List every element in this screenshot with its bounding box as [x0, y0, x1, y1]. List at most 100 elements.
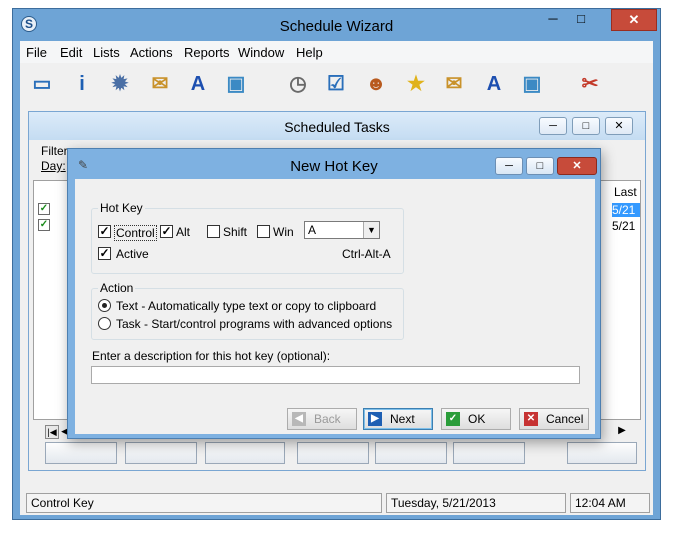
- tools-icon: ✂: [581, 73, 599, 95]
- maximize-button[interactable]: □: [568, 9, 594, 31]
- back-arrow-icon: ◀: [292, 412, 306, 426]
- back-button[interactable]: ◀ Back: [287, 408, 357, 430]
- next-arrow-icon: ▶: [368, 412, 382, 426]
- alt-checkbox[interactable]: ✓: [160, 225, 173, 238]
- new-task-icon: ▭: [32, 73, 52, 95]
- cancel-button[interactable]: ✕ Cancel: [519, 408, 589, 430]
- dialog-title-bar[interactable]: ✎ New Hot Key ─ □ ✕: [68, 149, 600, 179]
- first-record-button[interactable]: |◀: [45, 425, 59, 439]
- scheduled-tasks-title-bar[interactable]: Scheduled Tasks ─ □ ✕: [29, 112, 645, 140]
- active-checkbox[interactable]: ✓: [98, 247, 111, 260]
- edit-task-button[interactable]: [125, 442, 197, 464]
- checklist-icon: ☑: [327, 73, 345, 95]
- active-label[interactable]: Active: [116, 247, 149, 261]
- more-button[interactable]: [453, 442, 525, 464]
- ok-button[interactable]: ✓ OK: [441, 408, 511, 430]
- win-label[interactable]: Win: [273, 225, 294, 239]
- task-enabled-checkbox[interactable]: ✓: [38, 203, 50, 215]
- back-button-label: Back: [314, 412, 341, 426]
- menu-actions[interactable]: Actions: [130, 45, 173, 60]
- dialog-close-button[interactable]: ✕: [557, 157, 597, 175]
- description-input[interactable]: [91, 366, 580, 384]
- star-wand-icon: ★: [407, 73, 425, 95]
- menu-bar: File Edit Lists Actions Reports Window H…: [20, 41, 653, 63]
- column-header-last[interactable]: Last: [614, 185, 637, 199]
- close-tasks-button[interactable]: [567, 442, 637, 464]
- win-checkbox[interactable]: [257, 225, 270, 238]
- settings-gear-icon: ✹: [111, 73, 129, 95]
- toolbar-button-star-wand[interactable]: ★: [400, 68, 432, 100]
- action-group: Action: [91, 281, 404, 340]
- control-label[interactable]: Control: [114, 225, 157, 241]
- new-email-icon: ✉: [151, 73, 169, 95]
- new-program-icon: ▣: [226, 73, 246, 95]
- ok-button-label: OK: [468, 412, 486, 426]
- menu-file[interactable]: File: [26, 45, 47, 60]
- toolbar-button-text[interactable]: A: [478, 68, 510, 100]
- menu-reports[interactable]: Reports: [184, 45, 230, 60]
- menu-help[interactable]: Help: [296, 45, 323, 60]
- action-text-label[interactable]: Text - Automatically type text or copy t…: [116, 299, 376, 313]
- menu-edit[interactable]: Edit: [60, 45, 82, 60]
- tasks-close-button[interactable]: ✕: [605, 117, 633, 135]
- toolbar-button-email[interactable]: ✉: [438, 68, 470, 100]
- status-date: Tuesday, 5/21/2013: [386, 493, 566, 513]
- toolbar-button-tools[interactable]: ✂: [574, 68, 606, 100]
- toolbar-button-users[interactable]: ☻: [360, 68, 392, 100]
- email-icon: ✉: [445, 73, 463, 95]
- next-record-button[interactable]: ▶: [615, 425, 629, 439]
- text-icon: A: [486, 73, 502, 95]
- toolbar-button-new-task[interactable]: ▭: [26, 68, 58, 100]
- quick-button[interactable]: [297, 442, 369, 464]
- hot-key-group: Hot Key: [91, 201, 404, 274]
- next-button[interactable]: ▶ Next: [363, 408, 433, 430]
- dialog-minimize-button[interactable]: ─: [495, 157, 523, 175]
- info-icon: i: [79, 73, 85, 95]
- execute-button[interactable]: [375, 442, 447, 464]
- status-message: Control Key: [26, 493, 382, 513]
- cancel-x-icon: ✕: [524, 412, 538, 426]
- hotkey-key-select[interactable]: A ▼: [304, 221, 380, 239]
- toolbar-button-clock-schedule[interactable]: ◷: [282, 68, 314, 100]
- alt-label[interactable]: Alt: [176, 225, 190, 239]
- toolbar-button-new-email[interactable]: ✉: [144, 68, 176, 100]
- task-enabled-checkbox[interactable]: ✓: [38, 219, 50, 231]
- action-task-label[interactable]: Task - Start/control programs with advan…: [116, 317, 392, 331]
- action-task-radio[interactable]: [98, 317, 111, 330]
- control-checkbox[interactable]: ✓: [98, 225, 111, 238]
- shift-label[interactable]: Shift: [223, 225, 247, 239]
- toolbar: ▭ i ✹ ✉ A ▣ ◷ ☑ ☻ ★ ✉ A ▣ ✂: [20, 63, 653, 107]
- next-button-label: Next: [390, 412, 415, 426]
- toolbar-button-new-program[interactable]: ▣: [220, 68, 252, 100]
- toolbar-button-checklist[interactable]: ☑: [320, 68, 352, 100]
- users-icon: ☻: [365, 73, 387, 95]
- new-task-button[interactable]: [45, 442, 117, 464]
- hotkey-key-value: A: [308, 223, 317, 237]
- shift-checkbox[interactable]: [207, 225, 220, 238]
- hot-key-group-title: Hot Key: [98, 201, 145, 215]
- clock-schedule-icon: ◷: [289, 73, 307, 95]
- menu-lists[interactable]: Lists: [93, 45, 120, 60]
- status-time: 12:04 AM: [570, 493, 650, 513]
- status-bar: Control Key Tuesday, 5/21/2013 12:04 AM: [20, 491, 653, 515]
- tasks-minimize-button[interactable]: ─: [539, 117, 567, 135]
- computer-icon: ▣: [522, 73, 542, 95]
- delete-task-button[interactable]: [205, 442, 285, 464]
- action-text-radio[interactable]: [98, 299, 111, 312]
- toolbar-button-new-text[interactable]: A: [182, 68, 214, 100]
- day-filter-label: Day:: [41, 159, 66, 173]
- last-run-cell: 5/21: [612, 219, 636, 233]
- menu-window[interactable]: Window: [238, 45, 284, 60]
- hotkey-combo-display: Ctrl-Alt-A: [342, 247, 391, 261]
- toolbar-button-computer[interactable]: ▣: [516, 68, 548, 100]
- dialog-maximize-button[interactable]: □: [526, 157, 554, 175]
- main-title-bar[interactable]: S Schedule Wizard ─ □ ✕: [13, 9, 660, 39]
- toolbar-button-settings-gear[interactable]: ✹: [104, 68, 136, 100]
- new-text-icon: A: [190, 73, 206, 95]
- toolbar-button-info[interactable]: i: [66, 68, 98, 100]
- action-group-title: Action: [98, 281, 136, 295]
- close-button[interactable]: ✕: [611, 9, 657, 31]
- tasks-restore-button[interactable]: □: [572, 117, 600, 135]
- chevron-down-icon[interactable]: ▼: [363, 222, 379, 238]
- minimize-button[interactable]: ─: [540, 9, 566, 31]
